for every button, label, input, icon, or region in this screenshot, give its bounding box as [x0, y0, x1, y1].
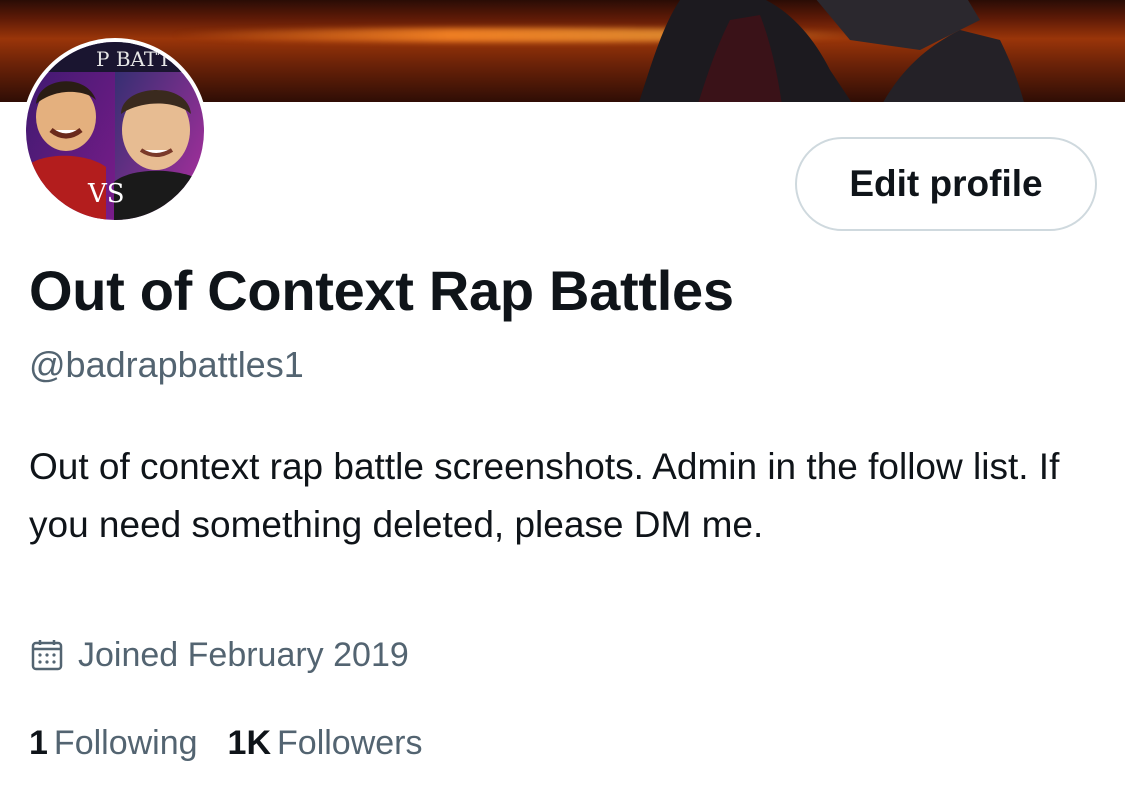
followers-link[interactable]: 1K Followers [228, 720, 423, 766]
avatar-image: P BATT VS [26, 42, 204, 220]
profile-bio: Out of context rap battle screenshots. A… [29, 446, 1060, 545]
banner-figure [639, 0, 1024, 102]
avatar-banner-text: P BATT [96, 47, 172, 71]
calendar-icon [31, 640, 63, 671]
followers-count: 1K [227, 724, 272, 762]
user-handle: @badrapbattles1 [29, 344, 304, 385]
display-name: Out of Context Rap Battles [29, 259, 734, 322]
joined-date: Joined February 2019 [30, 632, 409, 678]
joined-text: Joined February 2019 [78, 635, 409, 674]
avatar-vs-text: VS [87, 179, 125, 209]
edit-profile-label: Edit profile [849, 163, 1043, 204]
follow-stats: 1 Following 1K Followers [29, 720, 453, 766]
profile-avatar[interactable]: P BATT VS [22, 38, 208, 224]
followers-label: Followers [277, 724, 423, 762]
following-link[interactable]: 1 Following [29, 720, 198, 766]
following-count: 1 [29, 724, 48, 762]
edit-profile-button[interactable]: Edit profile [795, 137, 1097, 231]
following-label: Following [53, 724, 198, 762]
